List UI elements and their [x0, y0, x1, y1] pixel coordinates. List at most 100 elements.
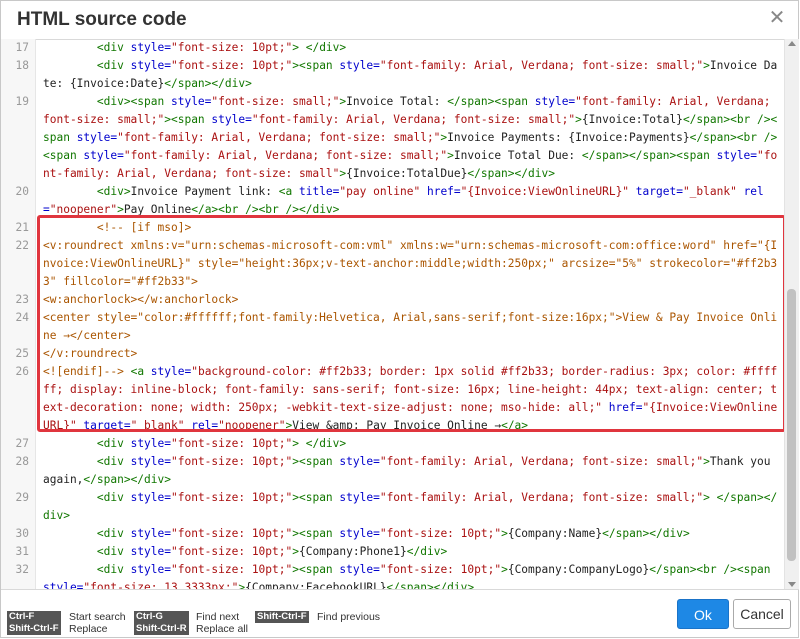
- code-token: >: [501, 563, 508, 576]
- code-token: View &amp; Pay Invoice Online →: [292, 419, 502, 432]
- code-line[interactable]: 29 <div style="font-size: 10pt;"><span s…: [1, 489, 785, 525]
- code-line[interactable]: 18 <div style="font-size: 10pt;"><span s…: [1, 57, 785, 93]
- code-token: style=: [150, 365, 192, 378]
- line-number: 22: [15, 239, 29, 252]
- code-line[interactable]: 24 <center style="color:#ffffff;font-fami…: [1, 309, 785, 345]
- code-token: Pay Online: [123, 203, 192, 216]
- line-number: 20: [15, 185, 29, 198]
- code-text[interactable]: <w:anchorlock></w:anchorlock>: [43, 291, 785, 309]
- shortcut-key: Ctrl-F: [7, 611, 61, 623]
- code-token: style=: [339, 491, 380, 504]
- scroll-up-icon[interactable]: [788, 41, 796, 46]
- code-token: </span></div>: [164, 77, 252, 90]
- line-number: 28: [15, 455, 29, 468]
- code-token: <div: [96, 563, 131, 576]
- code-line[interactable]: 28 <div style="font-size: 10pt;"><span s…: [1, 453, 785, 489]
- shortcut-label: Find previous: [317, 611, 381, 623]
- scrollbar-thumb[interactable]: [787, 289, 796, 561]
- code-lines[interactable]: 17 <div style="font-size: 10pt;"> </div>…: [1, 39, 785, 589]
- code-token: <div: [96, 527, 131, 540]
- code-token: <div: [96, 545, 131, 558]
- code-token: "font-size: 10pt;": [171, 545, 293, 558]
- code-token: <div: [96, 491, 131, 504]
- code-token: style=: [716, 149, 758, 162]
- code-text[interactable]: <div style="font-size: 10pt;">{Company:P…: [43, 543, 785, 561]
- code-token: "font-size: 10pt;": [171, 455, 293, 468]
- code-token: ><span: [292, 527, 340, 540]
- line-number: 24: [15, 311, 29, 324]
- code-token: style=: [130, 41, 171, 54]
- code-token: style=: [211, 113, 252, 126]
- code-text[interactable]: <div style="font-size: 10pt;"><span styl…: [43, 57, 785, 93]
- code-line[interactable]: 25 </v:roundrect>: [1, 345, 785, 363]
- code-token: ><span: [164, 113, 212, 126]
- close-icon[interactable]: ✕: [766, 7, 788, 29]
- code-token: >: [703, 59, 710, 72]
- code-token: <a: [278, 185, 299, 198]
- code-token: <div: [96, 437, 131, 450]
- code-editor[interactable]: 17 <div style="font-size: 10pt;"> </div>…: [1, 39, 799, 590]
- code-line[interactable]: 32 <div style="font-size: 10pt;"><span s…: [1, 561, 785, 589]
- code-token: {Invoice:TotalDue}: [346, 167, 468, 180]
- scroll-down-icon[interactable]: [788, 582, 796, 587]
- code-token: Invoice Payment link:: [130, 185, 279, 198]
- code-token: {Company:CompanyLogo}: [507, 563, 650, 576]
- code-token: <![endif]-->: [43, 365, 124, 378]
- line-number: 21: [15, 221, 29, 234]
- code-token: <div: [96, 455, 131, 468]
- code-line[interactable]: 21 <!-- [if mso]>: [1, 219, 785, 237]
- line-number: 19: [15, 95, 29, 108]
- code-token: "noopener": [49, 203, 118, 216]
- code-line[interactable]: 22 <v:roundrect xmlns:v="urn:schemas-micr…: [1, 237, 785, 291]
- code-text[interactable]: <!-- [if mso]>: [43, 219, 785, 237]
- code-token: {Company:Phone1}: [299, 545, 407, 558]
- code-token: </span><br /><span: [649, 563, 778, 576]
- code-text[interactable]: <div style="font-size: 10pt;"><span styl…: [43, 525, 785, 543]
- code-text[interactable]: <div style="font-size: 10pt;"> </div>: [43, 435, 785, 453]
- code-text[interactable]: <div>Invoice Payment link: <a title="pay…: [43, 183, 785, 219]
- line-number: 17: [15, 41, 29, 54]
- ok-button[interactable]: Ok: [677, 599, 729, 629]
- cancel-button[interactable]: Cancel: [733, 599, 791, 629]
- code-token: >: [447, 149, 454, 162]
- code-token: <v:roundrect xmlns:v="urn:schemas-micros…: [43, 239, 778, 288]
- code-text[interactable]: <![endif]--> <a style="background-color:…: [43, 363, 785, 435]
- code-token: ><span: [292, 59, 340, 72]
- code-line[interactable]: 30 <div style="font-size: 10pt;"><span s…: [1, 525, 785, 543]
- code-token: "font-size: 10pt;": [171, 491, 293, 504]
- code-line[interactable]: 26 <![endif]--> <a style="background-colo…: [1, 363, 785, 435]
- code-token: style=: [130, 563, 171, 576]
- code-token: <!-- [if mso]>: [96, 221, 192, 234]
- code-line[interactable]: 19 <div><span style="font-size: small;">…: [1, 93, 785, 183]
- shortcut-label: Replace: [69, 623, 108, 635]
- code-text[interactable]: <div><span style="font-size: small;">Inv…: [43, 93, 785, 183]
- code-token: ><span: [292, 491, 340, 504]
- line-number: 25: [15, 347, 29, 360]
- code-text[interactable]: </v:roundrect>: [43, 345, 785, 363]
- code-line[interactable]: 20 <div>Invoice Payment link: <a title="…: [1, 183, 785, 219]
- code-line[interactable]: 27 <div style="font-size: 10pt;"> </div>: [1, 435, 785, 453]
- code-token: "noopener": [218, 419, 286, 432]
- code-line[interactable]: 31 <div style="font-size: 10pt;">{Compan…: [1, 543, 785, 561]
- vertical-scrollbar[interactable]: [784, 39, 799, 589]
- code-text[interactable]: <div style="font-size: 10pt;"> </div>: [43, 39, 785, 57]
- code-token: rel=: [191, 419, 219, 432]
- code-token: "font-family: Arial, Verdana; font-size:…: [117, 131, 441, 144]
- line-number: 30: [15, 527, 29, 540]
- code-text[interactable]: <v:roundrect xmlns:v="urn:schemas-micros…: [43, 237, 785, 291]
- code-text[interactable]: <div style="font-size: 10pt;"><span styl…: [43, 561, 785, 589]
- code-line[interactable]: 23 <w:anchorlock></w:anchorlock>: [1, 291, 785, 309]
- code-text[interactable]: <center style="color:#ffffff;font-family…: [43, 309, 785, 345]
- shortcut-group-previous: Shift-Ctrl-F Find previous: [255, 611, 380, 623]
- shortcut-key: Shift-Ctrl-R: [134, 623, 189, 635]
- line-number: 26: [15, 365, 29, 378]
- code-token: <a: [130, 365, 151, 378]
- code-text[interactable]: <div style="font-size: 10pt;"><span styl…: [43, 453, 785, 489]
- code-text[interactable]: <div style="font-size: 10pt;"><span styl…: [43, 489, 785, 525]
- shortcut-key: Shift-Ctrl-F: [255, 611, 309, 623]
- code-token: >: [575, 113, 582, 126]
- code-line[interactable]: 17 <div style="font-size: 10pt;"> </div>: [1, 39, 785, 57]
